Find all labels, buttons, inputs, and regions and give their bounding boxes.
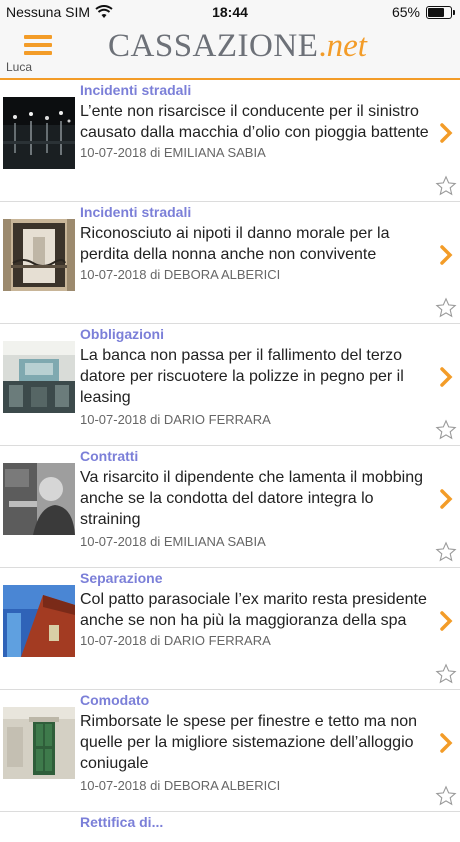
article-byline: di: [150, 534, 161, 549]
article-meta: 10-07-2018 di DARIO FERRARA: [80, 633, 271, 648]
article-meta: 10-07-2018 di DARIO FERRARA: [80, 412, 271, 427]
article-item[interactable]: Incidenti stradali L’ente non risarcisce…: [0, 80, 460, 202]
menu-button[interactable]: [24, 33, 54, 57]
user-name: Luca: [6, 60, 33, 74]
article-byline: di: [150, 145, 161, 160]
article-date: 10-07-2018: [80, 633, 147, 648]
logo-tld: net: [326, 28, 367, 64]
article-thumbnail: [3, 463, 75, 535]
article-author: EMILIANA SABIA: [163, 145, 266, 160]
hamburger-icon: [24, 35, 52, 39]
article-title[interactable]: Va risarcito il dipendente che lamenta i…: [80, 467, 436, 530]
chevron-right-icon[interactable]: [438, 366, 454, 388]
article-thumbnail: [3, 585, 75, 657]
article-meta: 10-07-2018 di EMILIANA SABIA: [80, 534, 266, 549]
chevron-right-icon[interactable]: [438, 732, 454, 754]
article-date: 10-07-2018: [80, 145, 147, 160]
article-title[interactable]: Rimborsate le spese per finestre e tetto…: [80, 711, 436, 774]
article-author: DEBORA ALBERICI: [163, 267, 281, 282]
article-category: Obbligazioni: [80, 326, 164, 342]
chevron-right-icon[interactable]: [438, 488, 454, 510]
article-list: Incidenti stradali L’ente non risarcisce…: [0, 80, 460, 842]
article-category: Contratti: [80, 448, 139, 464]
favorite-star-icon[interactable]: [435, 541, 457, 563]
article-item[interactable]: Contratti Va risarcito il dipendente che…: [0, 446, 460, 568]
article-author: DARIO FERRARA: [163, 412, 271, 427]
article-item[interactable]: Obbligazioni La banca non passa per il f…: [0, 324, 460, 446]
article-item[interactable]: Incidenti stradali Riconosciuto ai nipot…: [0, 202, 460, 324]
article-category: Incidenti stradali: [80, 82, 192, 98]
article-item[interactable]: Separazione Col patto parasociale l’ex m…: [0, 568, 460, 690]
favorite-star-icon[interactable]: [435, 297, 457, 319]
logo: CASSAZIONE.net: [108, 28, 367, 65]
article-date: 10-07-2018: [80, 778, 147, 793]
article-category: Rettifica di...: [80, 814, 164, 830]
favorite-star-icon[interactable]: [435, 663, 457, 685]
article-thumbnail: [3, 97, 75, 169]
chevron-right-icon[interactable]: [438, 610, 454, 632]
article-thumbnail: [3, 707, 75, 779]
status-bar: Nessuna SIM 18:44 65%: [0, 0, 460, 24]
article-title[interactable]: La banca non passa per il fallimento del…: [80, 345, 436, 408]
article-meta: 10-07-2018 di EMILIANA SABIA: [80, 145, 266, 160]
chevron-right-icon[interactable]: [438, 122, 454, 144]
favorite-star-icon[interactable]: [435, 419, 457, 441]
article-item[interactable]: Comodato Rimborsate le spese per finestr…: [0, 690, 460, 812]
article-category: Incidenti stradali: [80, 204, 192, 220]
article-author: EMILIANA SABIA: [163, 534, 266, 549]
article-meta: 10-07-2018 di DEBORA ALBERICI: [80, 267, 280, 282]
favorite-star-icon[interactable]: [435, 785, 457, 807]
article-date: 10-07-2018: [80, 412, 147, 427]
article-meta: 10-07-2018 di DEBORA ALBERICI: [80, 778, 280, 793]
favorite-star-icon[interactable]: [435, 175, 457, 197]
article-byline: di: [150, 778, 161, 793]
article-thumbnail: [3, 219, 75, 291]
article-thumbnail: [3, 341, 75, 413]
article-author: DEBORA ALBERICI: [163, 778, 281, 793]
article-date: 10-07-2018: [80, 267, 147, 282]
article-category: Separazione: [80, 570, 163, 586]
article-date: 10-07-2018: [80, 534, 147, 549]
battery-percent: 65%: [391, 4, 420, 20]
article-byline: di: [150, 267, 161, 282]
app-header: Luca CASSAZIONE.net: [0, 24, 460, 80]
logo-brand: CASSAZIONE: [108, 28, 319, 64]
article-byline: di: [150, 412, 161, 427]
article-title[interactable]: Riconosciuto ai nipoti il danno morale p…: [80, 223, 436, 265]
chevron-right-icon[interactable]: [438, 244, 454, 266]
battery-icon: [426, 6, 455, 19]
article-byline: di: [150, 633, 161, 648]
article-category: Comodato: [80, 692, 150, 708]
article-item[interactable]: Rettifica di...: [0, 812, 460, 842]
article-title[interactable]: L’ente non risarcisce il conducente per …: [80, 101, 436, 143]
logo-dot: .: [318, 28, 327, 64]
article-title[interactable]: Col patto parasociale l’ex marito resta …: [80, 589, 436, 631]
article-author: DARIO FERRARA: [163, 633, 271, 648]
